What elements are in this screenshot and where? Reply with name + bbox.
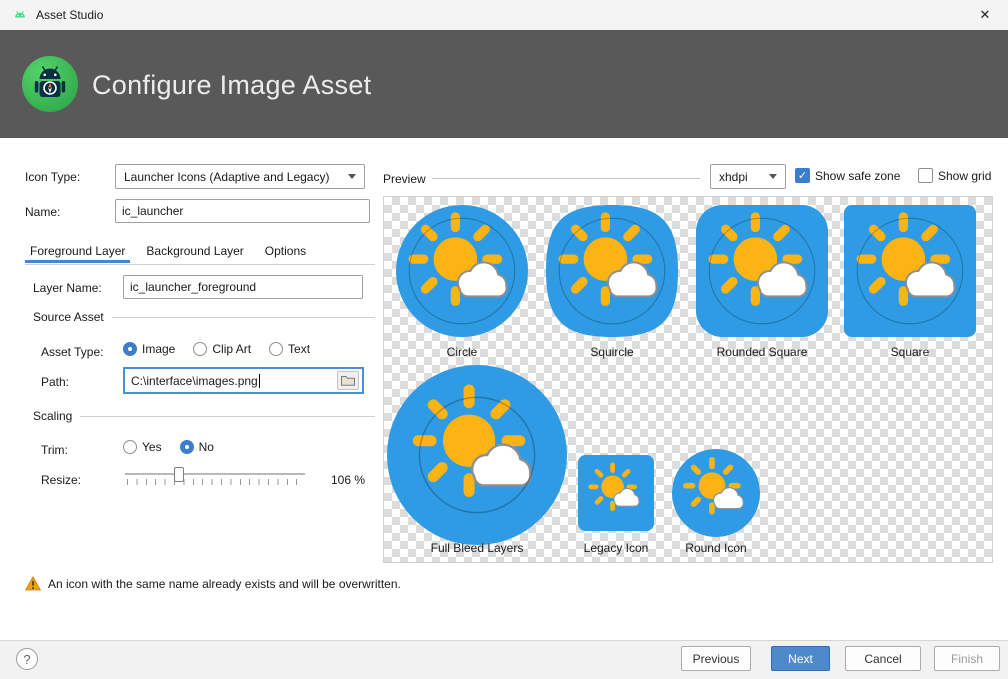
warning-icon <box>25 576 41 591</box>
radio-dot <box>193 342 207 356</box>
name-label: Name: <box>25 205 60 219</box>
show-grid-label: Show grid <box>938 169 991 183</box>
close-button[interactable]: ✕ <box>962 0 1008 30</box>
divider <box>432 178 700 179</box>
icon-type-select[interactable]: Launcher Icons (Adaptive and Legacy) <box>115 164 365 189</box>
help-button[interactable]: ? <box>16 648 38 670</box>
radio-yes-label: Yes <box>142 440 162 454</box>
path-value: C:\interface\images.png <box>131 374 258 388</box>
radio-clip-art[interactable]: Clip Art <box>193 342 251 356</box>
preview-icon-full-bleed <box>387 365 567 550</box>
tile-label-squircle: Squircle <box>546 345 678 359</box>
trim-label: Trim: <box>41 443 68 457</box>
radio-dot <box>180 440 194 454</box>
radio-clip-art-label: Clip Art <box>212 342 251 356</box>
density-select[interactable]: xhdpi <box>710 164 786 189</box>
radio-dot <box>269 342 283 356</box>
preview-icon-square <box>844 205 976 342</box>
icon-type-value: Launcher Icons (Adaptive and Legacy) <box>124 170 329 184</box>
window-title: Asset Studio <box>36 8 103 22</box>
chevron-down-icon <box>348 174 356 179</box>
cancel-button[interactable]: Cancel <box>845 646 921 671</box>
resize-slider[interactable] <box>125 466 305 488</box>
slider-ticks <box>127 479 305 485</box>
asset-studio-dialog: Asset Studio ✕ Configure Image Ass <box>0 0 1008 679</box>
warning-message: An icon with the same name already exist… <box>25 576 401 591</box>
icon-type-label: Icon Type: <box>25 170 80 184</box>
path-label: Path: <box>41 375 69 389</box>
radio-text-label: Text <box>288 342 310 356</box>
preview-icon-circle <box>396 205 528 342</box>
warning-text: An icon with the same name already exist… <box>48 577 401 591</box>
scaling-section-title: Scaling <box>33 409 72 423</box>
preview-icon-squircle <box>546 205 678 342</box>
radio-text[interactable]: Text <box>269 342 310 356</box>
tile-label-square: Square <box>844 345 976 359</box>
layer-name-input[interactable] <box>123 275 363 299</box>
trim-radios: Yes No <box>123 440 214 454</box>
finish-button[interactable]: Finish <box>934 646 1000 671</box>
layer-tabs: Foreground Layer Background Layer Options <box>25 238 375 265</box>
title-bar: Asset Studio ✕ <box>0 0 1008 30</box>
next-button[interactable]: Next <box>771 646 830 671</box>
layer-name-label: Layer Name: <box>33 281 102 295</box>
resize-value: 106 % <box>331 473 365 487</box>
radio-image[interactable]: Image <box>123 342 175 356</box>
path-input[interactable]: C:\interface\images.png <box>123 367 364 394</box>
tab-background-layer[interactable]: Background Layer <box>141 238 248 263</box>
asset-type-radios: Image Clip Art Text <box>123 342 310 356</box>
page-title: Configure Image Asset <box>92 70 371 101</box>
radio-trim-yes[interactable]: Yes <box>123 440 162 454</box>
asset-type-label: Asset Type: <box>41 345 103 359</box>
tile-label-legacy: Legacy Icon <box>578 541 654 555</box>
browse-button[interactable] <box>337 371 359 390</box>
show-safe-zone-checkbox[interactable]: ✓ Show safe zone <box>795 168 900 183</box>
divider <box>80 416 375 417</box>
source-asset-section: Source Asset <box>33 310 375 324</box>
checkbox-box <box>918 168 933 183</box>
show-safe-zone-label: Show safe zone <box>815 169 900 183</box>
slider-track[interactable] <box>125 473 305 475</box>
name-input[interactable] <box>115 199 370 223</box>
tile-label-circle: Circle <box>396 345 528 359</box>
tile-label-rounded-square: Rounded Square <box>696 345 828 359</box>
radio-dot <box>123 342 137 356</box>
preview-icon-rounded-square <box>696 205 828 342</box>
tab-foreground-layer[interactable]: Foreground Layer <box>25 238 130 263</box>
checkbox-check-icon: ✓ <box>795 168 810 183</box>
preview-icon-round <box>672 449 760 542</box>
show-grid-checkbox[interactable]: Show grid <box>918 168 991 183</box>
tile-label-round: Round Icon <box>672 541 760 555</box>
radio-no-label: No <box>199 440 214 454</box>
scaling-section: Scaling <box>33 409 375 423</box>
slider-thumb[interactable] <box>174 467 184 482</box>
chevron-down-icon <box>769 174 777 179</box>
footer-bar: ? Previous Next Cancel Finish <box>0 640 1008 679</box>
resize-label: Resize: <box>41 473 81 487</box>
tile-label-full-bleed: Full Bleed Layers <box>387 541 567 555</box>
text-caret <box>259 374 260 388</box>
preview-label: Preview <box>383 172 426 186</box>
folder-icon <box>341 375 355 386</box>
android-icon <box>12 7 28 23</box>
divider <box>112 317 375 318</box>
radio-trim-no[interactable]: No <box>180 440 214 454</box>
radio-image-label: Image <box>142 342 175 356</box>
android-studio-logo-icon <box>22 56 78 112</box>
preview-area: Circle Squircle Rounded Square S <box>383 196 993 563</box>
previous-button[interactable]: Previous <box>681 646 751 671</box>
tab-options[interactable]: Options <box>260 238 311 263</box>
dialog-header: Configure Image Asset <box>0 30 1008 138</box>
source-asset-section-title: Source Asset <box>33 310 104 324</box>
radio-dot <box>123 440 137 454</box>
preview-icon-legacy <box>578 455 654 536</box>
density-value: xhdpi <box>719 170 748 184</box>
